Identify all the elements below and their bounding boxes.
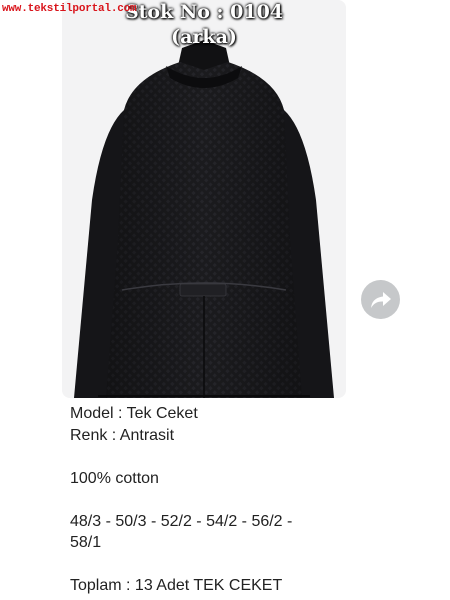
color-line: Renk : Antrasit: [70, 426, 175, 444]
view-label-line: (arka): [171, 26, 237, 48]
fabric-line: 100% cotton: [70, 469, 159, 487]
chat-screen: www.tekstilportal.com Stok No: 0104 (ar…: [0, 0, 450, 600]
forward-button[interactable]: [361, 280, 400, 319]
model-line: Model : Tek Ceket: [70, 405, 198, 422]
message-bubble[interactable]: Stok No : 0104 (arka) Model : Tek Ceket …: [57, 0, 351, 600]
sizes-line-1: 48/3 - 50/3 - 52/2 - 54/2 - 56/2 -: [70, 512, 293, 530]
jacket-photo[interactable]: Stok No : 0104 (arka): [62, 0, 346, 398]
forward-share-icon: [370, 291, 391, 308]
product-description: Model : Tek Ceket Renk : Antrasit 100% c…: [70, 403, 345, 597]
total-line: Toplam : 13 Adet TEK CEKET: [70, 577, 283, 594]
jacket-image: [62, 0, 346, 398]
sizes-line-2: 58/1: [70, 534, 102, 551]
site-watermark: www.tekstilportal.com: [2, 3, 137, 15]
